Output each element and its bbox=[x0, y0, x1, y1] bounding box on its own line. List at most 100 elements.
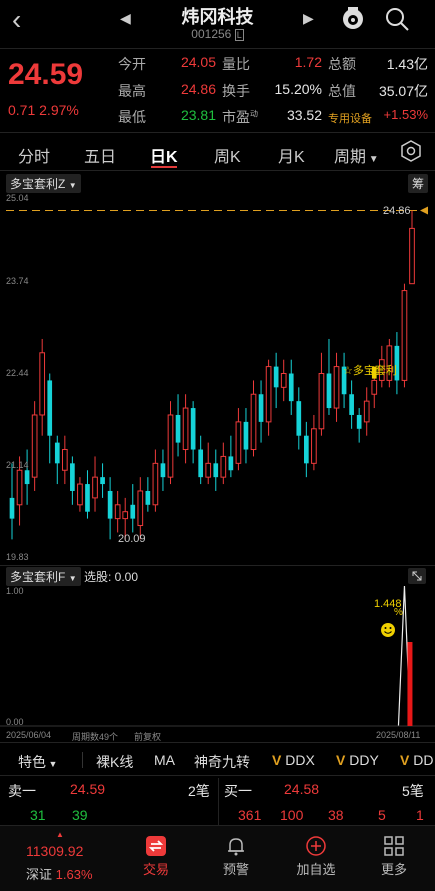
toolbar-dd[interactable]: V DD bbox=[400, 752, 433, 768]
candle bbox=[39, 338, 46, 436]
buy-volume-2: 100 bbox=[280, 807, 304, 823]
sell-one-price: 24.59 bbox=[70, 781, 106, 797]
buy-volume-3: 38 bbox=[328, 807, 344, 823]
candle-body bbox=[311, 428, 317, 464]
candle bbox=[198, 435, 204, 485]
buy-volume-1: 361 bbox=[238, 807, 262, 823]
candle bbox=[401, 283, 408, 388]
candle-body bbox=[114, 504, 121, 520]
toolbar-ddy[interactable]: V DDY bbox=[336, 752, 379, 768]
candle bbox=[258, 380, 264, 443]
toolbar-ddx[interactable]: V DDX bbox=[272, 752, 315, 768]
candle-body bbox=[47, 380, 53, 436]
toolbar-nine-turn[interactable]: 神奇九转 bbox=[194, 752, 250, 772]
candle-body bbox=[92, 476, 98, 499]
candle bbox=[145, 477, 151, 512]
sell-volume-1: 31 bbox=[30, 807, 46, 823]
triangle-up-icon: ▲ bbox=[56, 830, 64, 839]
tab-intraday[interactable]: 分时 bbox=[18, 143, 50, 167]
amount-value: 1.43亿 bbox=[386, 56, 428, 72]
grid-icon bbox=[364, 835, 424, 859]
tab-weekly-k[interactable]: 周K bbox=[214, 143, 241, 167]
candle bbox=[77, 477, 83, 512]
candle bbox=[409, 210, 415, 285]
nav-more[interactable]: 更多 bbox=[364, 835, 424, 878]
signal-label: ☆多宝套利 bbox=[343, 365, 397, 377]
candle bbox=[61, 435, 68, 485]
candle-body bbox=[304, 435, 309, 464]
volratio-label: 量比 bbox=[222, 56, 250, 72]
nav-trade[interactable]: 交易 bbox=[126, 835, 186, 878]
candle bbox=[243, 408, 249, 464]
candle bbox=[205, 442, 212, 485]
candle-body bbox=[61, 449, 68, 471]
candle-body bbox=[167, 414, 174, 478]
candle-body bbox=[258, 394, 264, 422]
candle-body bbox=[213, 463, 219, 478]
y-tick-top: 25.04 bbox=[6, 193, 29, 203]
candle bbox=[114, 490, 121, 533]
candle-body bbox=[228, 456, 234, 471]
search-icon[interactable] bbox=[384, 6, 410, 32]
sector-name[interactable]: 专用设备 bbox=[328, 110, 372, 126]
index-info[interactable]: 深证 1.63% bbox=[26, 864, 93, 883]
f-y-bottom: 0.00 bbox=[6, 717, 24, 727]
candle bbox=[130, 484, 136, 533]
tab-period[interactable]: 周期 ▼ bbox=[334, 143, 379, 167]
buy-one-label: 买一 bbox=[224, 783, 252, 799]
robot-face-icon[interactable] bbox=[340, 6, 366, 32]
candle-body bbox=[326, 373, 332, 409]
candle bbox=[182, 394, 189, 464]
triangle-right-icon[interactable]: ▶ bbox=[303, 10, 314, 27]
tab-monthly-k[interactable]: 月K bbox=[278, 143, 305, 167]
pe-value: 33.52 bbox=[286, 107, 322, 123]
candle bbox=[47, 373, 53, 464]
index-value[interactable]: 11309.92 bbox=[26, 843, 83, 859]
candle-body bbox=[288, 373, 294, 402]
candle-body bbox=[160, 463, 166, 478]
toolbar-bare-k[interactable]: 裸K线 bbox=[96, 752, 133, 772]
candle-body bbox=[371, 379, 378, 395]
candle bbox=[235, 408, 242, 471]
candle-body bbox=[280, 373, 287, 388]
candle bbox=[70, 456, 75, 505]
candle-body bbox=[198, 449, 204, 478]
candle-body bbox=[130, 504, 136, 519]
nav-add-watchlist[interactable]: 加自选 bbox=[286, 835, 346, 878]
toolbar-ma[interactable]: MA bbox=[154, 752, 175, 768]
nav-alert[interactable]: 预警 bbox=[206, 835, 266, 878]
buy-one-price: 24.58 bbox=[284, 781, 320, 797]
candle-body bbox=[77, 483, 83, 506]
candle-body bbox=[243, 421, 249, 450]
settings-icon[interactable] bbox=[400, 140, 422, 162]
low-value: 23.81 bbox=[180, 107, 216, 123]
sector-change[interactable]: +1.53% bbox=[376, 107, 428, 122]
candle bbox=[24, 449, 30, 505]
candle-body bbox=[182, 407, 189, 451]
signal-chart[interactable] bbox=[0, 582, 435, 742]
candle bbox=[356, 408, 362, 443]
max-price-marker bbox=[420, 206, 428, 215]
tab-five-day[interactable]: 五日 bbox=[84, 143, 116, 167]
sell-one-count: 2笔 bbox=[188, 783, 210, 799]
tab-active-indicator bbox=[151, 166, 177, 168]
candle-body bbox=[39, 352, 46, 416]
candle bbox=[280, 359, 287, 402]
candle-body bbox=[318, 373, 325, 430]
open-value: 24.05 bbox=[180, 54, 216, 70]
current-price: 24.59 bbox=[8, 58, 84, 91]
candle bbox=[100, 463, 105, 498]
candle bbox=[107, 477, 113, 540]
candle bbox=[190, 401, 196, 464]
sell-volume-2: 39 bbox=[72, 807, 88, 823]
candle bbox=[304, 421, 309, 478]
sell-one-label: 卖一 bbox=[8, 783, 36, 799]
candle bbox=[296, 387, 302, 450]
buy-one-count: 5笔 bbox=[402, 783, 424, 799]
candle-body bbox=[145, 490, 151, 505]
candle bbox=[160, 449, 166, 491]
candle bbox=[333, 352, 340, 422]
feature-dropdown[interactable]: 特色 ▼ bbox=[18, 752, 57, 772]
tab-daily-k[interactable]: 日K bbox=[150, 143, 178, 167]
candle-body bbox=[296, 401, 302, 436]
